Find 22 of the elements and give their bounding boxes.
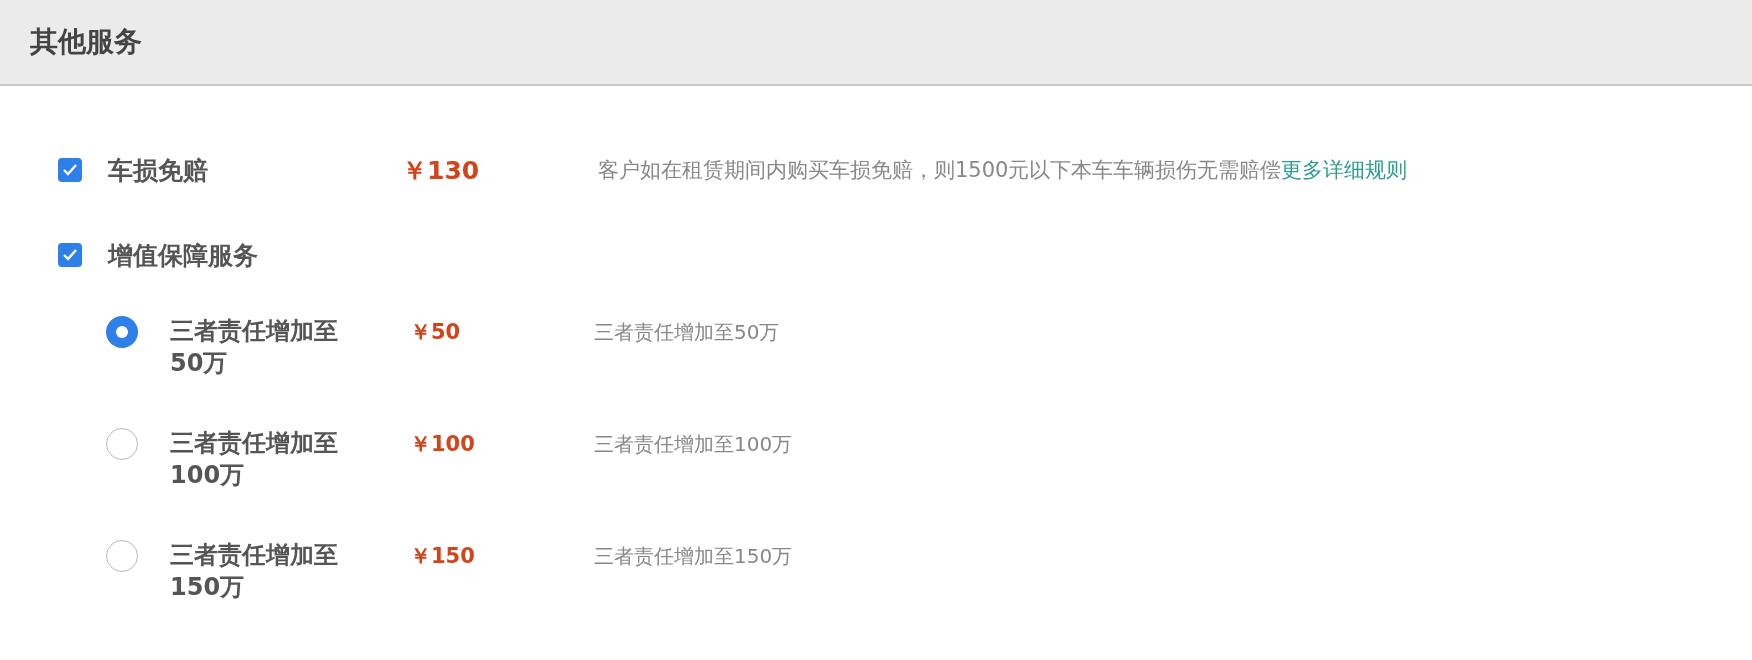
option-name: 三者责任增加至150万 [170, 540, 339, 603]
option-description: 三者责任增加至150万 [594, 543, 794, 570]
option-name: 三者责任增加至100万 [170, 428, 339, 491]
rules-link[interactable]: 更多详细规则 [1281, 158, 1408, 182]
service-name: 车损免赔 [108, 154, 209, 187]
option-price: ￥150 [410, 543, 476, 570]
radio-button[interactable] [106, 316, 138, 348]
service-name: 增值保障服务 [108, 239, 259, 272]
option-name: 三者责任增加至50万 [170, 316, 339, 379]
checkmark-icon [62, 163, 78, 177]
option-description: 三者责任增加至100万 [594, 431, 794, 458]
radio-button[interactable] [106, 540, 138, 572]
option-price: ￥100 [410, 431, 476, 458]
section-title: 其他服务 [30, 24, 142, 60]
checkmark-icon [62, 248, 78, 262]
service-description: 客户如在租赁期间内购买车损免赔，则1500元以下本车车辆损伤无需赔偿更多详细规则 [598, 157, 1409, 184]
option-description: 三者责任增加至50万 [594, 319, 781, 346]
checkbox[interactable] [58, 158, 82, 182]
service-price: ￥130 [402, 154, 481, 187]
option-price: ￥50 [410, 319, 462, 346]
radio-button[interactable] [106, 428, 138, 460]
checkbox[interactable] [58, 243, 82, 267]
